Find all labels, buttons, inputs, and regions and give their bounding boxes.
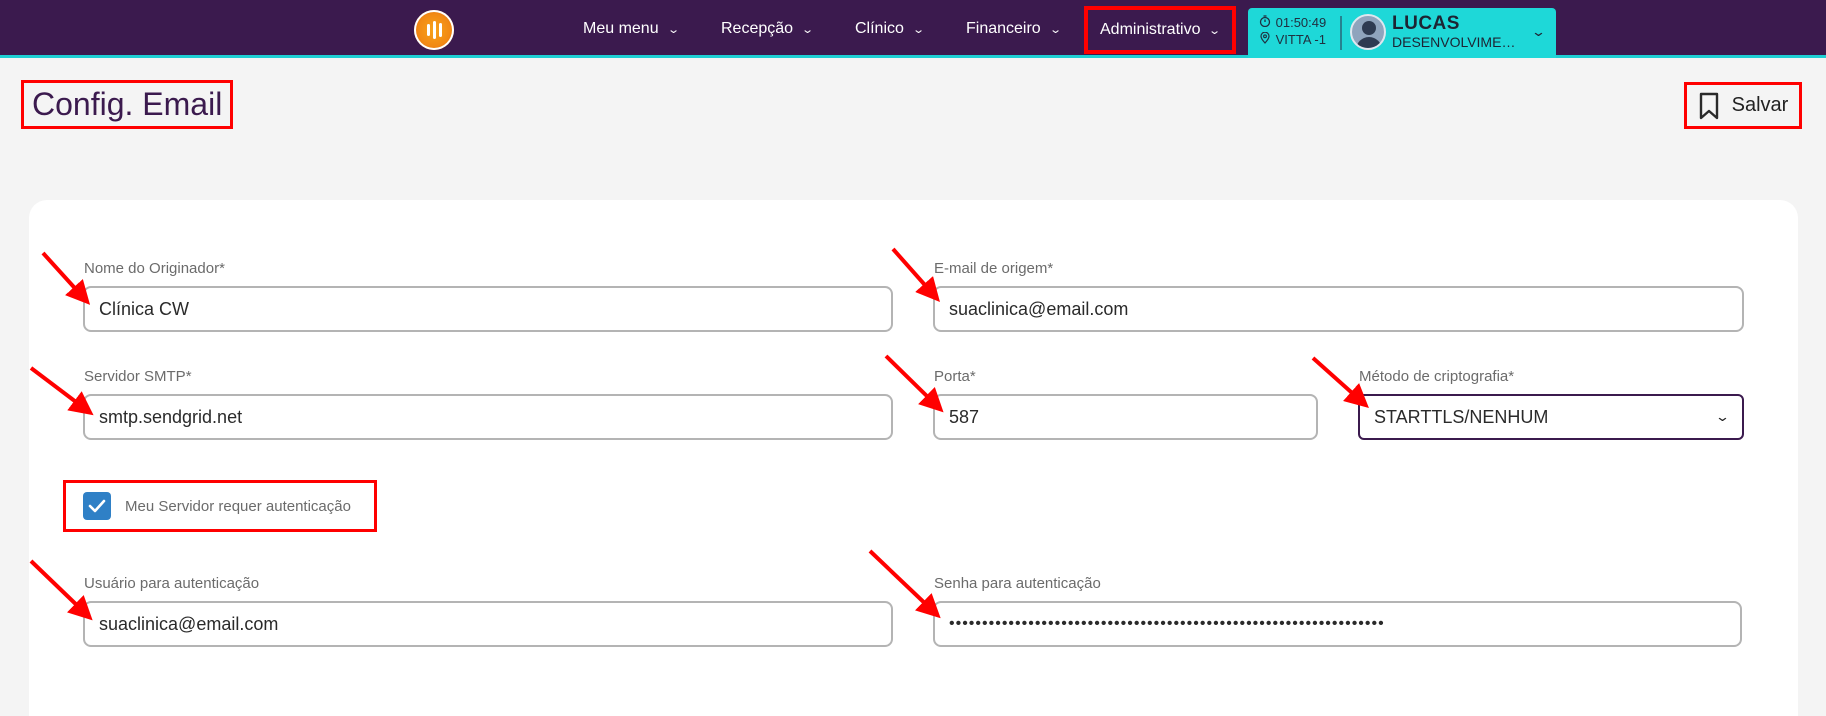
bookmark-icon <box>1699 92 1718 119</box>
originator-label: Nome do Originador* <box>84 260 225 277</box>
port-input[interactable] <box>933 394 1318 440</box>
auth-pass-input[interactable]: ••••••••••••••••••••••••••••••••••••••••… <box>933 601 1742 647</box>
session-time: 01:50:49 <box>1275 15 1327 30</box>
origin-email-input[interactable] <box>933 286 1744 332</box>
session-info: 01:50:49 VITTA -1 <box>1258 14 1326 48</box>
app-logo[interactable] <box>414 10 454 50</box>
top-navbar: Meu menu ⌄ Recepção ⌄ Clínico ⌄ Financeiro ⌄… <box>0 0 1826 58</box>
auth-pass-label: Senha para autenticação <box>934 575 1101 592</box>
port-label: Porta* <box>934 368 976 385</box>
save-button-label: Salvar <box>1731 94 1789 116</box>
check-icon <box>88 499 106 513</box>
chevron-down-icon: ⌄ <box>1714 409 1731 424</box>
auth-user-input[interactable] <box>83 601 893 647</box>
save-button[interactable]: Salvar <box>1684 82 1802 129</box>
chevron-down-icon: ⌄ <box>912 23 925 36</box>
clinic-location: VITTA -1 <box>1275 32 1326 47</box>
chevron-down-icon: ⌄ <box>801 23 815 36</box>
origin-email-label: E-mail de origem* <box>934 260 1054 277</box>
auth-checkbox-label: Meu Servidor requer autenticação <box>125 497 351 515</box>
crypto-label: Método de criptografia* <box>1359 368 1515 385</box>
password-mask: ••••••••••••••••••••••••••••••••••••••••… <box>949 615 1385 632</box>
avatar <box>1350 14 1386 50</box>
chevron-down-icon: ⌄ <box>1208 24 1222 37</box>
auth-checkbox[interactable] <box>83 492 111 520</box>
smtp-label: Servidor SMTP* <box>84 368 192 385</box>
crypto-selected-value: STARTTLS/NENHUM <box>1374 406 1549 427</box>
crypto-select[interactable]: STARTTLS/NENHUM ⌄ <box>1358 394 1744 440</box>
nav-item-administrativo[interactable]: Administrativo ⌄ <box>1084 6 1236 54</box>
auth-checkbox-row[interactable]: Meu Servidor requer autenticação <box>63 480 377 532</box>
user-status-box[interactable]: 01:50:49 VITTA -1 LUCAS DESENVOLVIMENTO … <box>1248 8 1556 58</box>
nav-item-recepcao[interactable]: Recepção ⌄ <box>721 0 815 58</box>
nav-item-clinico[interactable]: Clínico ⌄ <box>855 0 925 58</box>
nav-item-meu-menu[interactable]: Meu menu ⌄ <box>583 0 680 58</box>
timer-icon <box>1258 14 1272 31</box>
chevron-down-icon[interactable]: ⌄ <box>1531 24 1546 40</box>
location-pin-icon <box>1258 31 1272 48</box>
originator-input[interactable] <box>83 286 893 332</box>
auth-user-label: Usuário para autenticação <box>84 575 260 592</box>
chevron-down-icon: ⌄ <box>666 23 680 36</box>
nav-item-financeiro[interactable]: Financeiro ⌄ <box>966 0 1062 58</box>
divider <box>1340 16 1342 50</box>
smtp-input[interactable] <box>83 394 893 440</box>
user-name: LUCAS <box>1392 13 1460 34</box>
page-title: Config. Email <box>21 80 234 129</box>
user-role: DESENVOLVIMENTO <box>1392 34 1524 50</box>
chevron-down-icon: ⌄ <box>1048 23 1062 36</box>
